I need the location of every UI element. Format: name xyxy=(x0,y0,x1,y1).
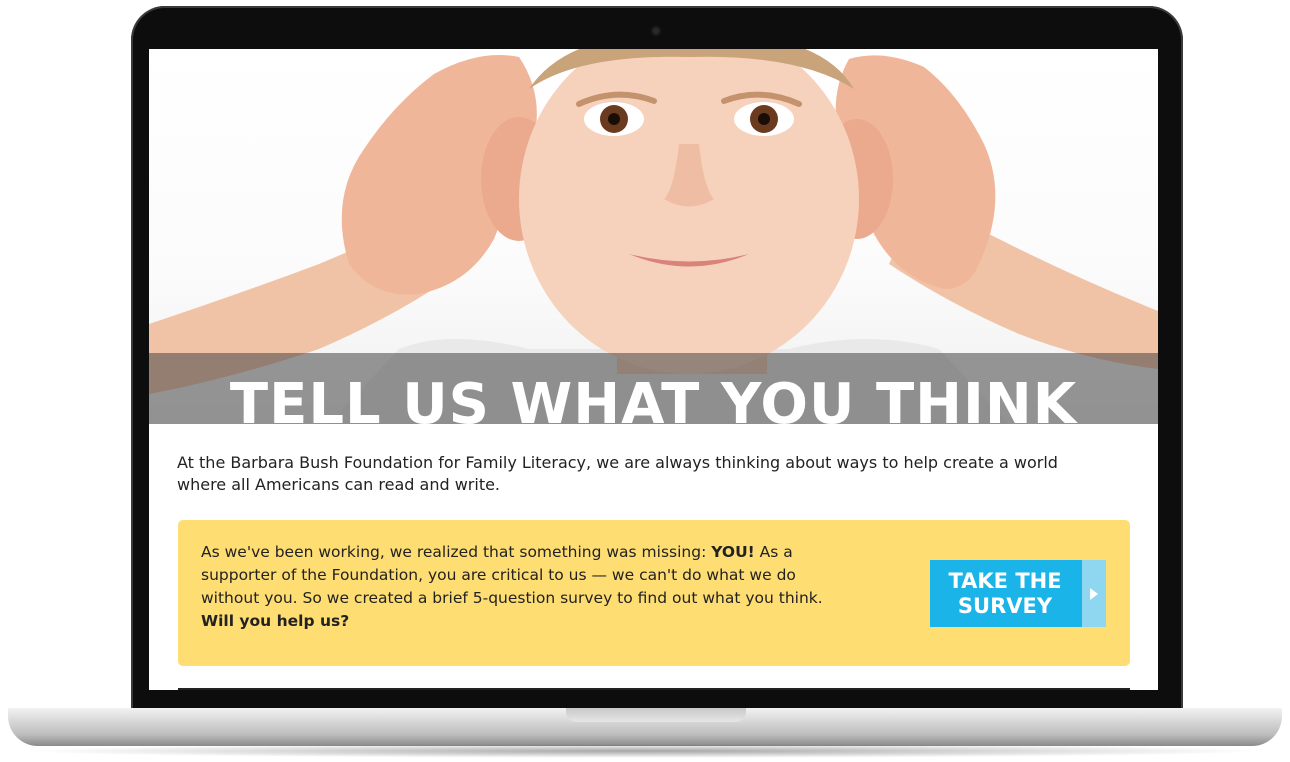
intro-paragraph: At the Barbara Bush Foundation for Famil… xyxy=(177,453,1058,494)
hero-title: TELL US WHAT YOU THINK xyxy=(229,373,1078,424)
laptop-screen: TELL US WHAT YOU THINK At the Barbara Bu… xyxy=(149,49,1158,690)
take-survey-button[interactable]: TAKE THE SURVEY xyxy=(930,560,1106,627)
laptop-shadow xyxy=(20,744,1270,758)
callout-paragraph: As we've been working, we realized that … xyxy=(201,541,851,633)
laptop-mockup: TELL US WHAT YOU THINK At the Barbara Bu… xyxy=(0,0,1290,762)
hero-image: TELL US WHAT YOU THINK xyxy=(149,49,1158,424)
chevron-right-icon xyxy=(1082,560,1106,627)
take-survey-label: TAKE THE SURVEY xyxy=(930,569,1080,619)
take-survey-line1: TAKE THE xyxy=(948,569,1062,593)
callout-emphasis: YOU! xyxy=(711,543,755,561)
divider xyxy=(178,688,1130,690)
webcam-icon xyxy=(651,26,661,36)
callout-question: Will you help us? xyxy=(201,612,350,630)
callout-text-before: As we've been working, we realized that … xyxy=(201,543,712,561)
take-survey-line2: SURVEY xyxy=(957,594,1053,618)
survey-callout: As we've been working, we realized that … xyxy=(178,520,1130,666)
laptop-hinge-notch xyxy=(566,708,746,722)
